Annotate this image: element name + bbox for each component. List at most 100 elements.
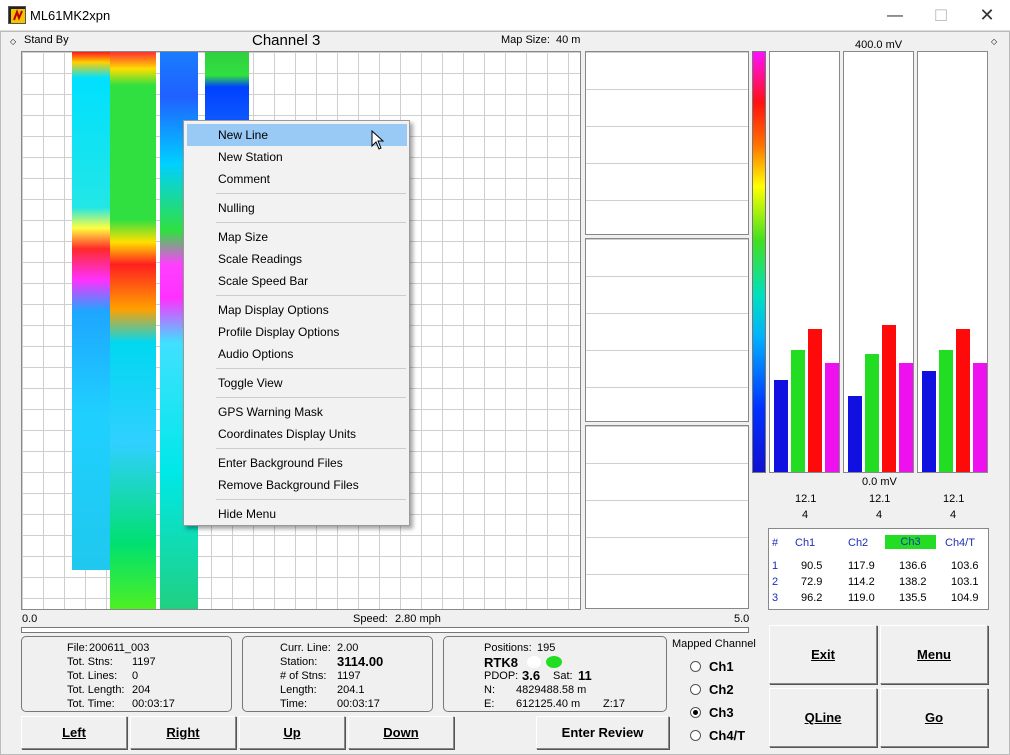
menu-item-audio-options[interactable]: Audio Options — [187, 343, 407, 365]
menu-separator — [216, 295, 406, 296]
menu-button-label: Menu — [917, 647, 951, 662]
radio-ch2[interactable]: Ch2 — [690, 680, 734, 698]
file-value: 200611_003 — [89, 642, 150, 654]
table-row-1-ch1: 90.5 — [801, 560, 823, 572]
table-row-3-ch1: 96.2 — [801, 592, 823, 604]
menu-item-scale-speed-bar[interactable]: Scale Speed Bar — [187, 270, 407, 292]
menu-item-enter-background-files[interactable]: Enter Background Files — [187, 452, 407, 474]
left-button[interactable]: Left — [21, 716, 127, 749]
up-button[interactable]: Up — [239, 716, 345, 749]
map-footer-left: 0.0 — [22, 613, 38, 625]
menu-separator — [216, 368, 406, 369]
qline-button-label: QLine — [804, 710, 842, 725]
menu-item-coordinates-display-units[interactable]: Coordinates Display Units — [187, 423, 407, 445]
bar-zero-label: 0.0 mV — [862, 476, 897, 488]
bar-col1-ch1 — [774, 380, 788, 472]
map-strip-2 — [110, 52, 156, 609]
time-label: Time: — [280, 698, 308, 710]
table-row-1-ch4: 103.6 — [951, 560, 979, 572]
tot-lines-value: 0 — [132, 670, 139, 682]
menu-separator — [216, 222, 406, 223]
pdop-value: 3.6 — [522, 668, 541, 683]
table-header-ch4: Ch4/T — [945, 537, 975, 549]
menu-item-hide-menu[interactable]: Hide Menu — [187, 503, 407, 525]
menu-separator — [216, 397, 406, 398]
north-value: 4829488.58 m — [516, 684, 587, 696]
bar-col3-ch4 — [973, 363, 987, 472]
table-row-1-ch3: 136.6 — [899, 560, 927, 572]
file-info-panel: File: 200611_003 Tot. Stns: 1197 Tot. Li… — [21, 636, 232, 712]
enter-review-button[interactable]: Enter Review — [536, 716, 669, 749]
menu-item-scale-readings[interactable]: Scale Readings — [187, 248, 407, 270]
east-value: 612125.40 m — [516, 698, 581, 710]
radio-ch3-label: Ch3 — [709, 704, 734, 720]
tot-stns-value: 1197 — [132, 656, 156, 668]
enter-review-label: Enter Review — [561, 725, 644, 740]
menu-button[interactable]: Menu — [880, 625, 988, 684]
readings-table: # Ch1 Ch2 Ch3 Ch4/T 1 90.5 117.9 136.6 1… — [768, 528, 989, 610]
menu-item-nulling[interactable]: Nulling — [187, 197, 407, 219]
bar-col2-ch3 — [882, 325, 896, 472]
curr-line-label: Curr. Line: — [280, 642, 331, 654]
tot-lines-label: Tot. Lines: — [67, 670, 118, 682]
up-button-label: Up — [283, 725, 301, 740]
down-button[interactable]: Down — [348, 716, 454, 749]
bar-column-2 — [843, 51, 914, 473]
tot-time-label: Tot. Time: — [67, 698, 115, 710]
bar-column-1 — [769, 51, 840, 473]
radio-ch3-circle[interactable] — [690, 706, 701, 718]
radio-ch4[interactable]: Ch4/T — [690, 726, 745, 744]
curr-line-value: 2.00 — [337, 642, 359, 654]
radio-ch1[interactable]: Ch1 — [690, 657, 734, 675]
sat-label: Sat: — [553, 670, 573, 682]
menu-separator — [216, 193, 406, 194]
right-button-label: Right — [166, 725, 200, 740]
num-stns-label: # of Stns: — [280, 670, 327, 682]
minimize-icon[interactable]: — — [872, 0, 918, 31]
bar-col3-bottom: 4 — [950, 509, 957, 521]
speed-value: 2.80 mph — [395, 613, 441, 625]
menu-item-profile-display-options[interactable]: Profile Display Options — [187, 321, 407, 343]
station-label: Station: — [280, 656, 318, 668]
radio-ch1-label: Ch1 — [709, 658, 734, 674]
map-footer-right: 5.0 — [734, 613, 750, 625]
time-value: 00:03:17 — [337, 698, 380, 710]
go-button[interactable]: Go — [880, 688, 988, 747]
table-row-2-ch3: 138.2 — [899, 576, 927, 588]
menu-item-gps-warning-mask[interactable]: GPS Warning Mask — [187, 401, 407, 423]
table-row-3-ch4: 104.9 — [951, 592, 979, 604]
menu-separator — [216, 448, 406, 449]
resize-diamond-right-icon: ◇ — [991, 37, 998, 46]
menu-item-map-size[interactable]: Map Size — [187, 226, 407, 248]
menu-item-map-display-options[interactable]: Map Display Options — [187, 299, 407, 321]
close-icon[interactable]: ✕ — [964, 0, 1010, 31]
elevation-value: Z:17 — [603, 698, 626, 710]
profile-panel-2 — [585, 238, 749, 422]
radio-ch2-circle[interactable] — [690, 683, 701, 695]
table-row-2-num: 2 — [772, 576, 779, 588]
menu-separator — [216, 499, 406, 500]
qline-button[interactable]: QLine — [769, 688, 877, 747]
window-title: ML61MK2xpn — [30, 8, 111, 23]
exit-button[interactable]: Exit — [769, 625, 877, 684]
gps-mode: RTK8 — [484, 655, 518, 670]
table-header-num: # — [772, 537, 779, 549]
menu-item-comment[interactable]: Comment — [187, 168, 407, 190]
right-button[interactable]: Right — [130, 716, 236, 749]
mapped-channel-label: Mapped Channel — [672, 638, 756, 650]
bar-column-3 — [917, 51, 988, 473]
menu-item-toggle-view[interactable]: Toggle View — [187, 372, 407, 394]
bar-col3-ch3 — [956, 329, 970, 472]
bar-col1-ch3 — [808, 329, 822, 472]
bar-col2-bottom: 4 — [876, 509, 883, 521]
table-row-2-ch4: 103.1 — [951, 576, 979, 588]
menu-item-remove-background-files[interactable]: Remove Background Files — [187, 474, 407, 496]
radio-ch1-circle[interactable] — [690, 660, 701, 672]
radio-ch3[interactable]: Ch3 — [690, 703, 734, 721]
speed-label: Speed: — [353, 613, 388, 625]
context-menu: New Line New Station Comment Nulling Map… — [183, 120, 410, 526]
maximize-icon[interactable]: ☐ — [918, 0, 964, 31]
table-row-1-ch2: 117.9 — [848, 560, 875, 572]
radio-ch4-circle[interactable] — [690, 729, 701, 741]
bar-col1-ch4 — [825, 363, 839, 472]
